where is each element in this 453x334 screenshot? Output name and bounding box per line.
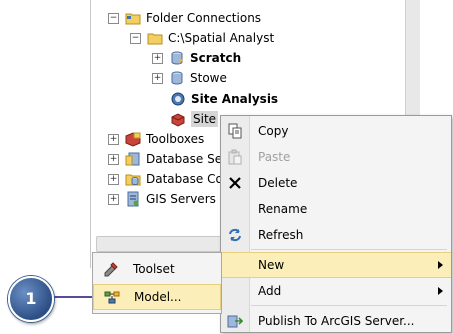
expand-icon[interactable]: +: [152, 72, 163, 84]
toolbox-icon: [171, 92, 185, 106]
toolset-icon: [104, 262, 118, 277]
menu-item-label: Paste: [258, 150, 291, 164]
submenu-item-label: Model...: [134, 290, 182, 304]
tree-item-label: GIS Servers: [146, 192, 216, 206]
tree-item-label: C:\Spatial Analyst: [168, 31, 275, 45]
expand-icon[interactable]: +: [108, 153, 119, 165]
toolbox-icon: [171, 113, 185, 127]
menu-item-label: Delete: [258, 176, 298, 190]
new-submenu: Toolset Model...: [92, 252, 222, 314]
submenu-item-model[interactable]: Model...: [93, 284, 221, 310]
menu-item-publish[interactable]: Publish To ArcGIS Server...: [221, 308, 451, 334]
tree-item-label: Site: [191, 111, 219, 127]
tree-item-label: Database Se: [146, 152, 223, 166]
tree-item-scratch[interactable]: + Scratch: [152, 48, 241, 68]
context-menu: Copy Paste Delete Rename Refresh New Add…: [220, 115, 452, 333]
expand-icon[interactable]: +: [108, 193, 119, 205]
tree-item-label: Folder Connections: [146, 11, 262, 25]
expand-icon[interactable]: +: [108, 173, 119, 185]
expand-icon[interactable]: +: [108, 133, 119, 145]
tree-item-site-analysis[interactable]: Site Analysis: [170, 89, 278, 109]
publish-icon: [227, 315, 243, 328]
callout-connector: [52, 296, 92, 298]
paste-icon: [228, 149, 242, 165]
geodatabase-icon: [171, 71, 183, 85]
folder-icon: [147, 33, 163, 45]
geodatabase-icon: [171, 51, 183, 65]
tree-item-label: Toolboxes: [146, 132, 205, 146]
tree-item-label: Database Co: [146, 172, 223, 186]
submenu-arrow-icon: [438, 287, 443, 295]
menu-item-label: New: [258, 258, 285, 272]
tree-item-label: Scratch: [190, 51, 242, 65]
tree-item-folder-connections[interactable]: − Folder Connections: [108, 8, 261, 28]
menu-item-label: Publish To ArcGIS Server...: [258, 314, 415, 328]
menu-item-label: Rename: [258, 202, 308, 216]
tree-item-label: Site Analysis: [191, 92, 279, 106]
menu-item-new[interactable]: New: [221, 252, 451, 278]
menu-separator: [251, 249, 447, 250]
horizontal-scrollbar[interactable]: [96, 236, 228, 252]
collapse-icon[interactable]: −: [108, 12, 119, 24]
submenu-item-toolset[interactable]: Toolset: [93, 256, 221, 282]
refresh-icon: [229, 228, 241, 242]
menu-item-add[interactable]: Add: [221, 278, 451, 304]
menu-item-rename[interactable]: Rename: [221, 196, 451, 222]
database-connections-icon: [125, 174, 141, 186]
tree-item-database-connections[interactable]: + Database Co: [108, 169, 223, 189]
menu-item-label: Add: [258, 284, 282, 298]
tree-item-toolboxes[interactable]: + Toolboxes: [108, 129, 204, 149]
menu-item-label: Refresh: [258, 228, 304, 242]
delete-icon: [229, 177, 241, 189]
menu-item-refresh[interactable]: Refresh: [221, 222, 451, 248]
tree-item-stowe[interactable]: + Stowe: [152, 68, 227, 88]
toolboxes-icon: [125, 132, 141, 147]
tree-item-label: Stowe: [190, 71, 227, 85]
tree-item-site[interactable]: Site: [170, 109, 219, 129]
tree-item-spatial-analyst[interactable]: − C:\Spatial Analyst: [130, 28, 274, 48]
copy-icon: [228, 123, 242, 139]
step-callout-badge: 1: [8, 276, 54, 322]
folder-connections-icon: [125, 13, 141, 25]
database-servers-icon: [125, 152, 140, 166]
menu-item-delete[interactable]: Delete: [221, 170, 451, 196]
submenu-arrow-icon: [438, 261, 443, 269]
tree-item-database-servers[interactable]: + Database Se: [108, 149, 222, 169]
gis-servers-icon: [127, 191, 139, 207]
menu-item-label: Copy: [258, 124, 289, 138]
menu-item-copy[interactable]: Copy: [221, 118, 451, 144]
menu-item-paste[interactable]: Paste: [221, 144, 451, 170]
submenu-item-label: Toolset: [133, 262, 175, 276]
collapse-icon[interactable]: −: [130, 32, 141, 44]
model-icon: [104, 291, 120, 304]
tree-item-gis-servers[interactable]: + GIS Servers: [108, 189, 216, 209]
expand-icon[interactable]: +: [152, 52, 163, 64]
menu-separator: [251, 305, 447, 306]
